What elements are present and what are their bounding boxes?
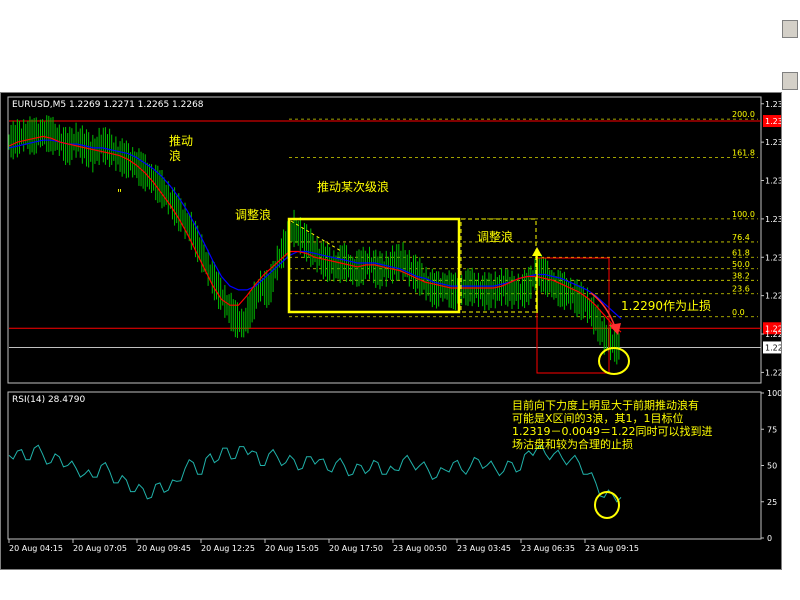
time-tick-label: 20 Aug 09:45 [137,544,191,553]
time-tick-label: 20 Aug 15:05 [265,544,319,553]
annotation-line: 1.2319－0.0049＝1.22同时可以找到进 [512,424,712,438]
annotation-line: 推动 [169,134,193,148]
price-tick-label: 1.2335 [765,215,781,224]
fib-label: 100.0 [732,210,755,219]
rsi-tick-label: 100 [767,389,781,398]
correction-label-1: 调整浪 [235,207,271,222]
rsi-annotation: 目前向下力度上明显大于前期推动浪有可能是X区间的3浪，其1，1目标位1.2319… [512,398,712,451]
rsi-tick-label: 0 [767,534,772,543]
annotation-line: 可能是X区间的3浪，其1，1目标位 [512,411,684,425]
time-tick-label: 23 Aug 06:35 [521,544,575,553]
time-tick-label: 20 Aug 17:50 [329,544,383,553]
rsi-circle [594,491,620,519]
price-circle [598,347,630,375]
price-tick-label: 1.2295 [765,292,781,301]
up-arrow-head [532,247,542,256]
correction-label-2: 调整浪 [477,229,513,244]
fib-label: 38.2 [732,271,750,280]
chart-svg: 200.0 161.8 100.0 76.4 61.8 50.0 38.2 23.6 0.0 1… [7,96,781,553]
price-chart-title: EURUSD,M5 1.2269 1.2271 1.2265 1.2268 [12,100,204,110]
impulse-label: 推动浪 [169,134,193,163]
sub-wave-label: 推动某次级浪 [317,179,389,194]
fib-label: 76.4 [732,233,750,242]
fib-label: 200.0 [732,110,755,119]
fib-label: 23.6 [732,285,750,294]
price-bars-layer [8,115,620,365]
time-tick-label: 20 Aug 04:15 [9,544,63,553]
price-axis: 1.2395 1.2375 1.2355 1.2335 1.2315 1.2295 1.22… [761,100,781,377]
price-tick-label: 1.2355 [765,177,781,186]
time-tick-label: 23 Aug 00:50 [393,544,447,553]
bottom-area [0,570,800,600]
price-panel-frame [7,96,762,384]
scroll-down-button[interactable] [782,72,798,90]
rsi-tick-label: 75 [767,425,777,434]
price-tick-label: 1.2275 [765,330,781,339]
annotation-line: 浪 [169,148,181,163]
app-background [0,0,800,92]
fib-label: 161.8 [732,148,755,157]
rsi-line [8,444,622,503]
dot-annotation: " [117,187,122,200]
time-axis: 20 Aug 04:15 20 Aug 07:05 20 Aug 09:45 20 A… [8,539,639,553]
price-hline-label: 1.2268 [765,343,781,352]
annotation-line: 场沽盘和较为合理的止损 [512,437,633,451]
rsi-chart-title: RSI(14) 28.4790 [12,395,85,405]
price-tick-label: 1.2315 [765,253,781,262]
time-tick-label: 20 Aug 12:25 [201,544,255,553]
annotation-line: 目前向下力度上明显大于前期推动浪有 [512,398,699,412]
rsi-tick-label: 50 [767,462,777,471]
rsi-tick-label: 25 [767,498,777,507]
stop-loss-label: 1.2290作为止损 [621,299,711,313]
chart-window: 200.0 161.8 100.0 76.4 61.8 50.0 38.2 23.6 0.0 1… [0,92,782,570]
price-tick-label: 1.2395 [765,100,781,109]
price-tick-label: 1.2375 [765,138,781,147]
fib-label: 50.0 [732,260,750,269]
fib-label: 0.0 [732,308,745,317]
price-tick-label: 1.2255 [765,368,781,377]
time-tick-label: 23 Aug 03:45 [457,544,511,553]
price-hline-label: 1.2386 [765,117,781,126]
horizontal-lines-layer: 1.23861.22781.2268 [9,115,781,354]
time-tick-label: 20 Aug 07:05 [73,544,127,553]
scroll-up-button[interactable] [782,20,798,38]
fib-label: 61.8 [732,248,750,257]
time-tick-label: 23 Aug 09:15 [585,544,639,553]
